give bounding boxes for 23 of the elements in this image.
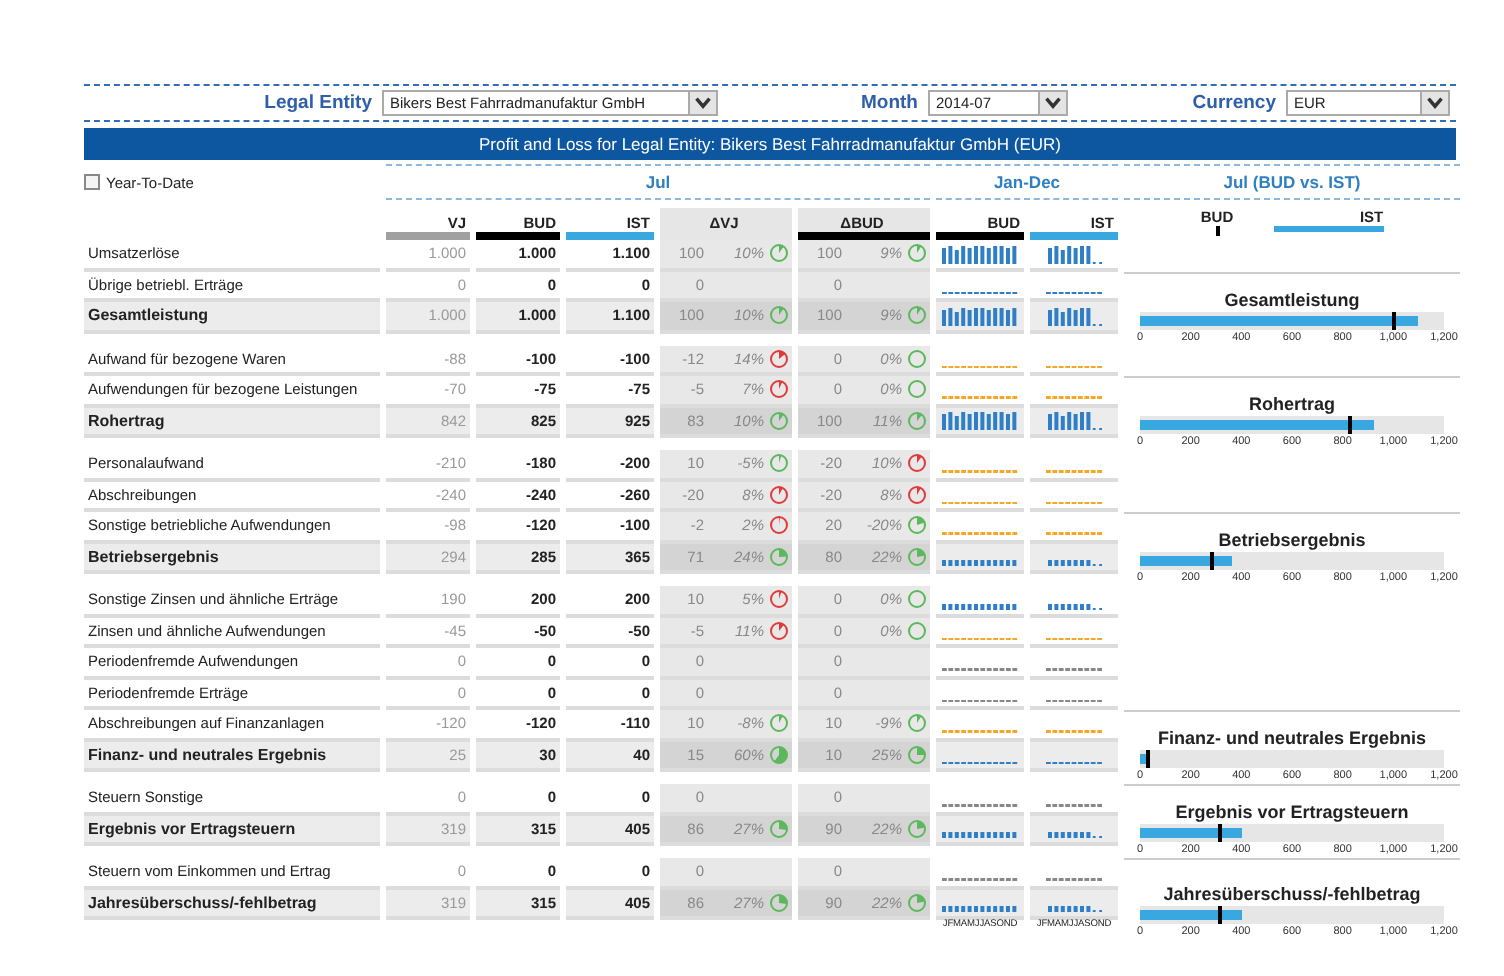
section-header: Jul: [386, 164, 930, 200]
chart-title: Ergebnis vor Ertragsteuern: [1175, 802, 1409, 822]
row-label: Betriebsergebnis: [84, 543, 380, 574]
row-label: Jahresüberschuss/-fehlbetrag: [84, 889, 380, 920]
chart-title: Gesamtleistung: [1224, 289, 1360, 309]
section-header: Jan-Dec: [936, 164, 1118, 200]
chart-title: Betriebsergebnis: [1218, 530, 1366, 550]
caret-icon: [1038, 92, 1066, 114]
row-label: Rohertrag: [84, 407, 380, 438]
checkbox[interactable]: [84, 174, 100, 190]
row-label: Gesamtleistung: [84, 302, 380, 333]
caret-icon: [688, 92, 716, 114]
report-title-bar: Profit and Loss for Legal Entity: Bikers Best Fahrradmanufaktur GmbH (EUR): [84, 128, 1456, 160]
section-header: Jul (BUD vs. IST): [1124, 164, 1460, 200]
chart-title: Finanz- und neutrales Ergebnis: [1157, 728, 1426, 748]
filter-label: Month: [859, 92, 918, 114]
chart-title: Rohertrag: [1248, 394, 1335, 414]
row-label: Ergebnis vor Ertragsteuern: [84, 815, 380, 846]
caret-icon: [1420, 92, 1448, 114]
filter-label: Currency: [1190, 92, 1276, 114]
chart-title: Jahresüberschuss/-fehlbetrag: [1163, 884, 1421, 904]
row-label: Finanz- und neutrales Ergebnis: [84, 741, 380, 772]
filter-label: Legal Entity: [262, 92, 372, 114]
